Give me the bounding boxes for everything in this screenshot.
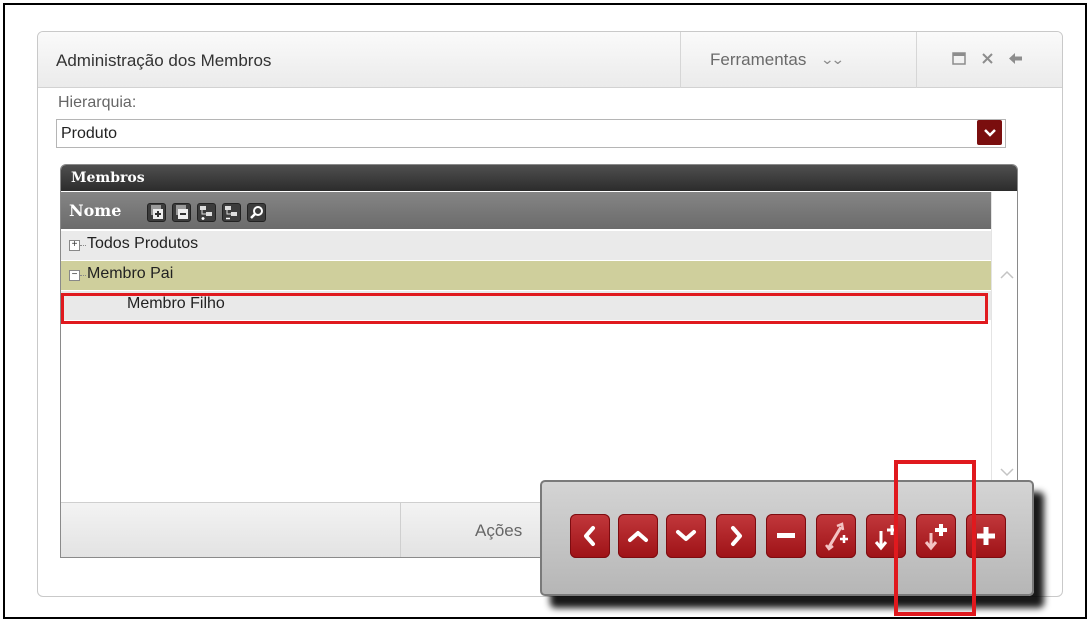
window-icon[interactable] [952, 51, 966, 69]
move-down-icon[interactable] [666, 514, 706, 558]
insert-before-icon[interactable] [866, 514, 906, 558]
tree-node-child-member[interactable]: Membro Filho [61, 291, 991, 320]
tree-toolbar: Nome [61, 192, 991, 229]
add-icon[interactable] [966, 514, 1006, 558]
tools-label: Ferramentas [710, 50, 807, 69]
collapse-all-icon[interactable] [172, 203, 191, 222]
hierarchy-select-value: Produto [61, 125, 118, 142]
name-column-header: Nome [69, 201, 122, 220]
tree-node-all-products[interactable]: + Todos Produtos [61, 231, 991, 260]
footer-divider [400, 503, 401, 557]
scroll-down-icon[interactable] [1000, 462, 1014, 481]
header-divider [916, 32, 917, 88]
swap-icon[interactable] [816, 514, 856, 558]
tree-node-label: Membro Pai [87, 265, 174, 282]
expand-icon[interactable]: + [69, 240, 80, 251]
tree-node-parent-member[interactable]: − Membro Pai [61, 261, 991, 290]
move-left-icon[interactable] [570, 514, 610, 558]
add-level-icon[interactable] [197, 203, 216, 222]
move-up-icon[interactable] [618, 514, 658, 558]
panel-header: Administração dos Membros Ferramentas ⌄⌄ [38, 32, 1062, 88]
actions-menu-button[interactable]: Ações [475, 521, 522, 541]
tools-menu-button[interactable]: Ferramentas ⌄⌄ [680, 32, 916, 88]
actions-toolbar-popup [540, 480, 1034, 596]
close-icon[interactable] [981, 51, 994, 69]
double-chevron-down-icon: ⌄⌄ [820, 52, 846, 68]
remove-level-icon[interactable] [222, 203, 241, 222]
tree-connector [80, 245, 86, 246]
vertical-scrollbar[interactable] [991, 192, 1017, 502]
tree-node-label: Todos Produtos [87, 235, 199, 252]
members-title: Membros [61, 165, 1017, 191]
back-arrow-icon[interactable] [1008, 51, 1023, 69]
tree-connector [80, 275, 86, 276]
move-right-icon[interactable] [716, 514, 756, 558]
dropdown-arrow-icon[interactable] [977, 120, 1002, 145]
tree-node-label: Membro Filho [127, 295, 225, 312]
panel-title: Administração dos Membros [56, 51, 272, 70]
scroll-up-icon[interactable] [1000, 264, 1014, 283]
remove-icon[interactable] [766, 514, 806, 558]
insert-child-icon[interactable] [916, 514, 956, 558]
collapse-icon[interactable]: − [69, 270, 80, 281]
hierarchy-label: Hierarquia: [58, 94, 137, 111]
hierarchy-select[interactable]: Produto [56, 119, 1006, 148]
search-icon[interactable] [247, 203, 266, 222]
expand-all-icon[interactable] [147, 203, 166, 222]
